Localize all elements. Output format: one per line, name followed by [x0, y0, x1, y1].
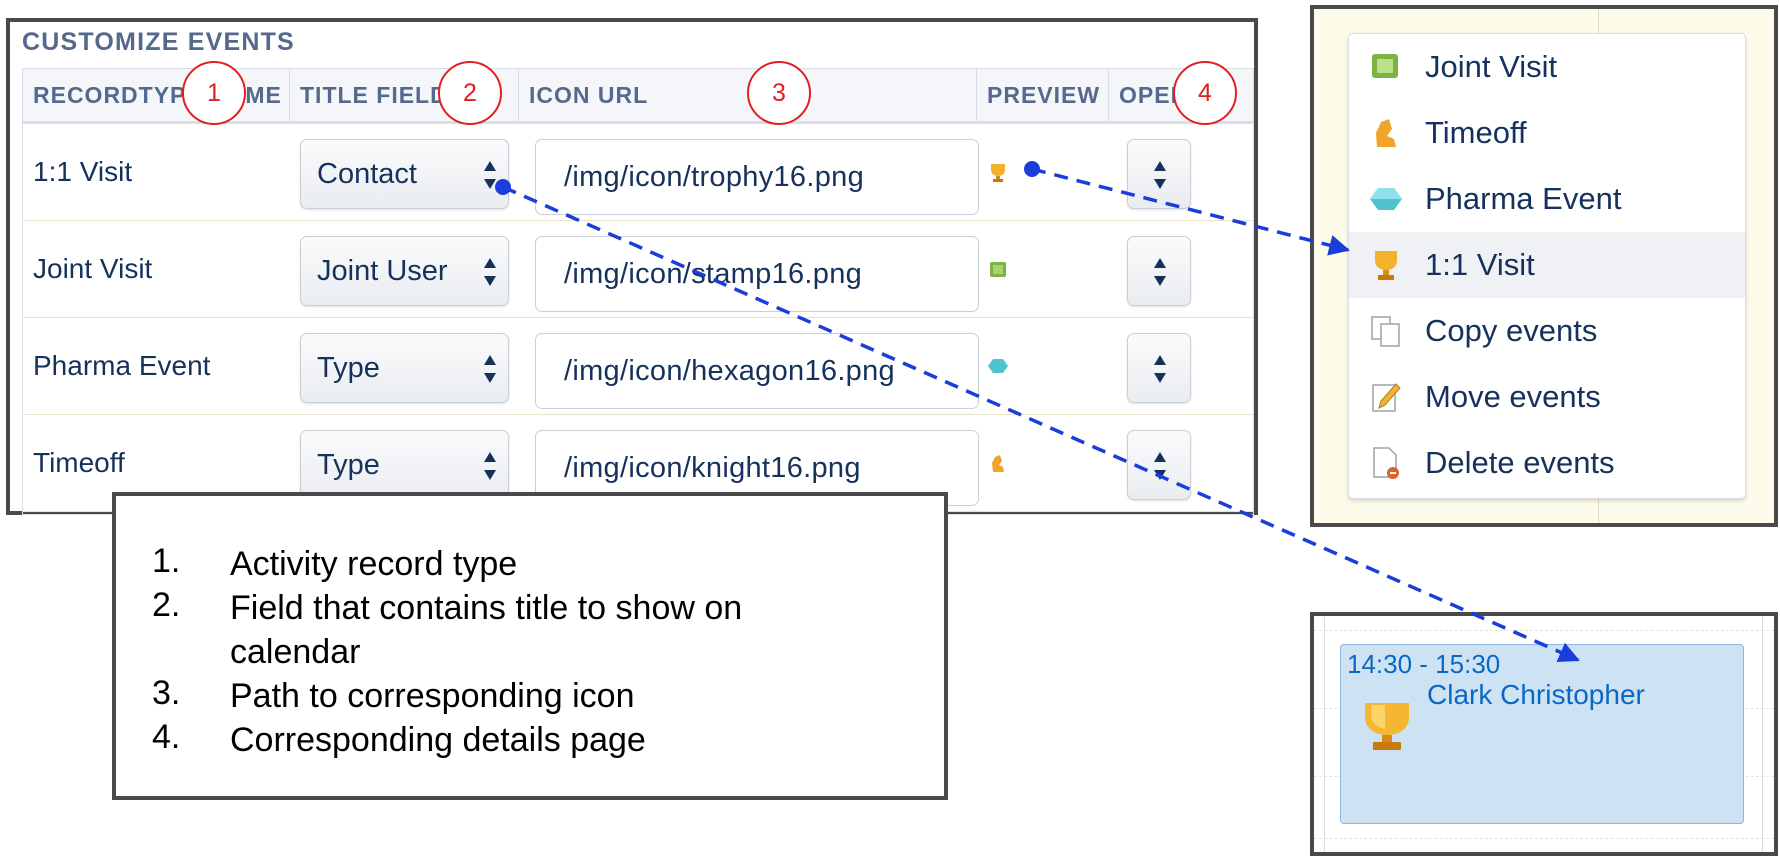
calendar-event-panel: 14:30 - 15:30 Clark Christopher: [1310, 612, 1778, 856]
title-field-select[interactable]: Type: [300, 430, 509, 500]
callout-4: 4: [1173, 61, 1237, 125]
menu-item-copy-events[interactable]: Copy events: [1349, 298, 1745, 364]
trophy-icon: [1375, 251, 1397, 280]
sort-arrows-icon: [1154, 355, 1166, 383]
calendar-event[interactable]: 14:30 - 15:30 Clark Christopher: [1340, 644, 1744, 824]
calendar-grid-line: [1324, 616, 1325, 852]
legend-number: 1.: [152, 542, 181, 580]
menu-item-pharma-event[interactable]: Pharma Event: [1349, 166, 1745, 232]
legend-text: Activity record type: [230, 545, 518, 583]
title-field-select[interactable]: Type: [300, 333, 509, 403]
menu-item-label: Delete events: [1425, 445, 1615, 480]
trophy-icon: [1365, 703, 1409, 750]
calendar-grid-line: [1762, 616, 1763, 852]
menu-item-move-events[interactable]: Move events: [1349, 364, 1745, 430]
events-table: RECORDTYPE NAME TITLE FIELD ICON URL PRE…: [22, 68, 1254, 515]
knight-icon: [1376, 119, 1396, 147]
callout-2: 2: [438, 61, 502, 125]
event-time: 14:30 - 15:30: [1347, 649, 1501, 679]
table-row: Joint Visit Joint User /img/icon/stamp16…: [23, 221, 1253, 318]
legend-box: 1. Activity record type 2. Field that co…: [112, 492, 948, 800]
legend-text: Field that contains title to show on cal…: [230, 589, 743, 671]
calendar-context-menu-panel: Joint Visit Timeoff Pharma Event 1:1 Vis…: [1310, 5, 1778, 527]
title-field-select[interactable]: Contact: [300, 139, 509, 209]
sort-arrows-icon: [484, 355, 496, 383]
pencil-icon: [1372, 383, 1401, 412]
recordtype-name: Joint Visit: [33, 253, 153, 284]
open-page-select[interactable]: [1127, 139, 1191, 209]
legend-number: 4.: [152, 718, 181, 756]
calendar-grid-line: [1314, 838, 1774, 839]
title-field-value: Type: [317, 352, 380, 384]
menu-item-label: Joint Visit: [1425, 49, 1558, 84]
event-title: Clark Christopher: [1427, 679, 1645, 710]
sort-arrows-icon: [484, 258, 496, 286]
stamp-icon: [1372, 54, 1398, 78]
icon-url-value: /img/icon/stamp16.png: [564, 258, 863, 290]
panel-title: CUSTOMIZE EVENTS: [22, 28, 295, 56]
menu-item-1-1-visit[interactable]: 1:1 Visit: [1349, 232, 1745, 298]
trophy-icon: [991, 164, 1005, 182]
icon-url-input[interactable]: /img/icon/hexagon16.png: [535, 333, 979, 409]
copy-icon: [1371, 316, 1400, 347]
callout-3: 3: [747, 61, 811, 125]
icon-url-input[interactable]: /img/icon/trophy16.png: [535, 139, 979, 215]
recordtype-name: 1:1 Visit: [33, 156, 133, 187]
menu-item-label: Pharma Event: [1425, 181, 1622, 216]
callout-1: 1: [182, 61, 246, 125]
open-page-select[interactable]: [1127, 430, 1191, 500]
open-page-select[interactable]: [1127, 236, 1191, 306]
sort-arrows-icon: [1154, 258, 1166, 286]
stamp-icon: [990, 262, 1006, 277]
hexagon-icon: [1370, 188, 1402, 210]
column-header-recordtype: RECORDTYPE NAME: [33, 82, 282, 108]
icon-url-value: /img/icon/trophy16.png: [564, 161, 864, 193]
legend-number: 3.: [152, 674, 181, 712]
title-field-value: Contact: [317, 158, 417, 190]
legend-number: 2.: [152, 586, 181, 624]
title-field-value: Type: [317, 449, 380, 481]
table-row: 1:1 Visit Contact /img/icon/trophy16.png: [23, 124, 1253, 221]
icon-url-value: /img/icon/hexagon16.png: [564, 355, 895, 387]
knight-icon: [992, 455, 1004, 472]
open-page-select[interactable]: [1127, 333, 1191, 403]
menu-item-label: Copy events: [1425, 313, 1598, 348]
title-field-select[interactable]: Joint User: [300, 236, 509, 306]
calendar-grid-line: [1314, 630, 1774, 631]
menu-item-joint-visit[interactable]: Joint Visit: [1349, 34, 1745, 100]
menu-item-label: Timeoff: [1425, 115, 1527, 150]
legend-text: Path to corresponding icon: [230, 677, 635, 715]
column-header-preview: PREVIEW: [976, 69, 1108, 121]
hexagon-icon: [988, 359, 1008, 373]
menu-item-label: 1:1 Visit: [1425, 247, 1535, 282]
menu-item-timeoff[interactable]: Timeoff: [1349, 100, 1745, 166]
sort-arrows-icon: [484, 452, 496, 480]
sort-arrows-icon: [1154, 452, 1166, 480]
delete-document-icon: [1373, 447, 1399, 479]
sort-arrows-icon: [484, 161, 496, 189]
context-menu: Joint Visit Timeoff Pharma Event 1:1 Vis…: [1348, 33, 1746, 499]
sort-arrows-icon: [1154, 161, 1166, 189]
menu-item-delete-events[interactable]: Delete events: [1349, 430, 1745, 496]
icon-url-input[interactable]: /img/icon/stamp16.png: [535, 236, 979, 312]
title-field-value: Joint User: [317, 255, 448, 287]
recordtype-name: Pharma Event: [33, 350, 211, 381]
menu-item-label: Move events: [1425, 379, 1601, 414]
table-row: Pharma Event Type /img/icon/hexagon16.pn…: [23, 318, 1253, 415]
legend-text: Corresponding details page: [230, 721, 646, 759]
